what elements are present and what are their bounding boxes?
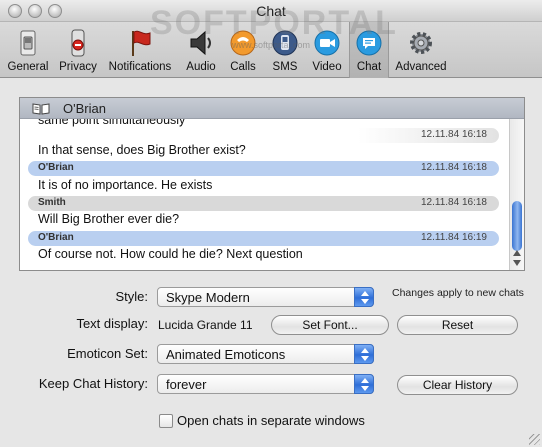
tab-chat-label: Chat <box>356 61 382 73</box>
message-author: O'Brian <box>38 232 74 243</box>
privacy-sign-icon <box>71 29 85 57</box>
softportal-watermark: SOFTPORTAL <box>150 4 398 42</box>
scroll-up-arrow-icon[interactable] <box>513 250 521 256</box>
message-text: In that sense, does Big Brother exist? <box>38 143 246 157</box>
message-text: Of course not. How could he die? Next qu… <box>38 247 303 261</box>
style-change-note: Changes apply to new chats <box>392 287 524 299</box>
style-popup-value: Skype Modern <box>166 290 250 305</box>
tab-notifications-label: Notifications <box>108 61 172 73</box>
open-separate-windows-label[interactable]: Open chats in separate windows <box>177 413 365 428</box>
keep-history-popup[interactable]: forever <box>157 374 374 394</box>
open-separate-windows-checkbox[interactable] <box>159 414 173 428</box>
text-display-value: Lucida Grande 11 <box>158 318 253 332</box>
preview-header: O'Brian <box>20 98 524 119</box>
message-text: It is of no importance. He exists <box>38 178 213 192</box>
tab-advanced[interactable]: Advanced <box>391 22 451 78</box>
message-author: Smith <box>38 197 66 208</box>
tab-video-label: Video <box>312 61 342 73</box>
popup-arrows-icon <box>354 344 374 364</box>
preview-contact-name: O'Brian <box>63 101 106 116</box>
tab-sms-label: SMS <box>272 61 298 73</box>
window-resize-grip[interactable] <box>529 434 540 445</box>
softportal-watermark-url: www.softportal.com <box>232 40 311 50</box>
tab-calls-label: Calls <box>230 61 256 73</box>
emoticon-set-popup[interactable]: Animated Emoticons <box>157 344 374 364</box>
preview-message-list[interactable]: same point simultaneously 12.11.84 16:18… <box>20 119 509 270</box>
chat-style-preview: O'Brian same point simultaneously 12.11.… <box>19 97 525 271</box>
message-header: O'Brian 12.11.84 16:18 <box>28 161 499 176</box>
keep-history-label: Keep Chat History: <box>38 376 148 391</box>
message-time: 12.11.84 16:19 <box>421 232 487 243</box>
tab-privacy[interactable]: Privacy <box>55 22 101 78</box>
popup-arrows-icon <box>354 374 374 394</box>
popup-arrows-icon <box>354 287 374 307</box>
tab-audio-label: Audio <box>186 61 216 73</box>
message-header: 12.11.84 16:18 <box>28 128 499 143</box>
message-time: 12.11.84 16:18 <box>421 162 487 173</box>
gear-icon <box>410 32 432 54</box>
message-header: Smith 12.11.84 16:18 <box>28 196 499 211</box>
contact-card-icon <box>32 103 50 115</box>
style-label: Style: <box>115 289 148 304</box>
keep-history-value: forever <box>166 377 207 392</box>
message-header: O'Brian 12.11.84 16:19 <box>28 231 499 246</box>
clear-history-button[interactable]: Clear History <box>397 375 518 395</box>
tab-advanced-label: Advanced <box>395 61 447 73</box>
switch-icon <box>20 30 36 56</box>
message-time: 12.11.84 16:18 <box>421 197 487 208</box>
tab-general[interactable]: General <box>3 22 53 78</box>
emoticon-set-label: Emoticon Set: <box>67 346 148 361</box>
chat-preferences-window: Chat General Privacy Notifications Audio… <box>0 0 542 447</box>
style-popup[interactable]: Skype Modern <box>157 287 374 307</box>
tab-privacy-label: Privacy <box>59 61 97 73</box>
emoticon-set-value: Animated Emoticons <box>166 347 286 362</box>
message-time: 12.11.84 16:18 <box>421 129 487 140</box>
scrollbar-thumb[interactable] <box>512 201 522 251</box>
set-font-button[interactable]: Set Font... <box>271 315 389 335</box>
message-text: Will Big Brother ever die? <box>38 212 180 226</box>
reset-button[interactable]: Reset <box>397 315 518 335</box>
preview-scrollbar[interactable] <box>509 119 524 270</box>
partial-message-text: same point simultaneously <box>38 119 186 127</box>
message-author: O'Brian <box>38 162 74 173</box>
tab-general-label: General <box>7 61 49 73</box>
text-display-label: Text display: <box>76 316 148 331</box>
scroll-down-arrow-icon[interactable] <box>513 260 521 266</box>
